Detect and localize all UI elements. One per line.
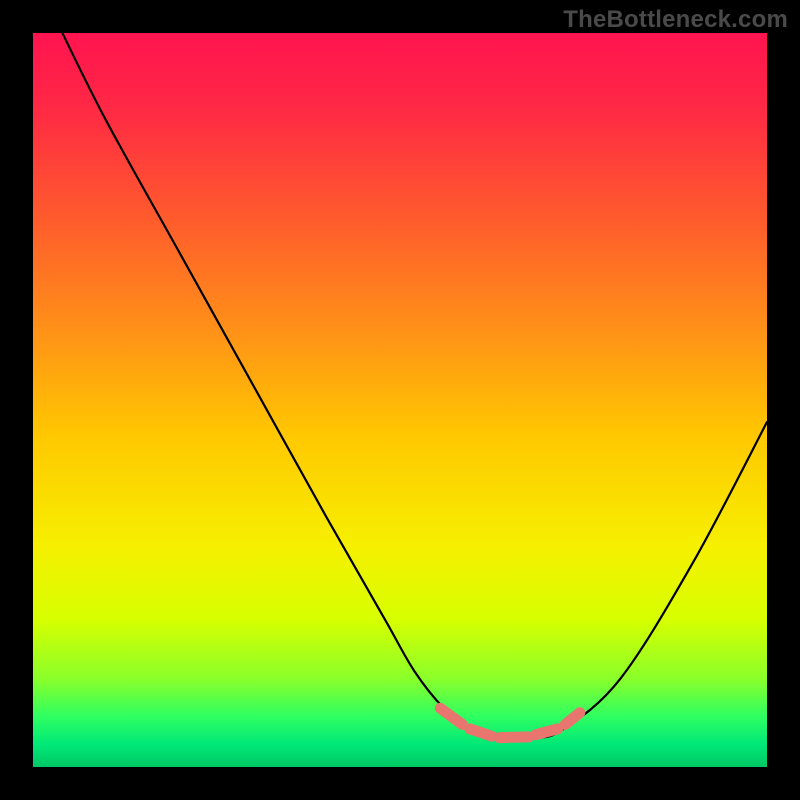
chart-frame: TheBottleneck.com (0, 0, 800, 800)
watermark-text: TheBottleneck.com (563, 6, 788, 34)
bottleneck-chart (33, 33, 767, 767)
threshold-segment (499, 737, 528, 738)
plot-area (33, 33, 767, 767)
gradient-background (33, 33, 767, 767)
threshold-segment (470, 729, 492, 736)
threshold-segment (536, 729, 558, 735)
